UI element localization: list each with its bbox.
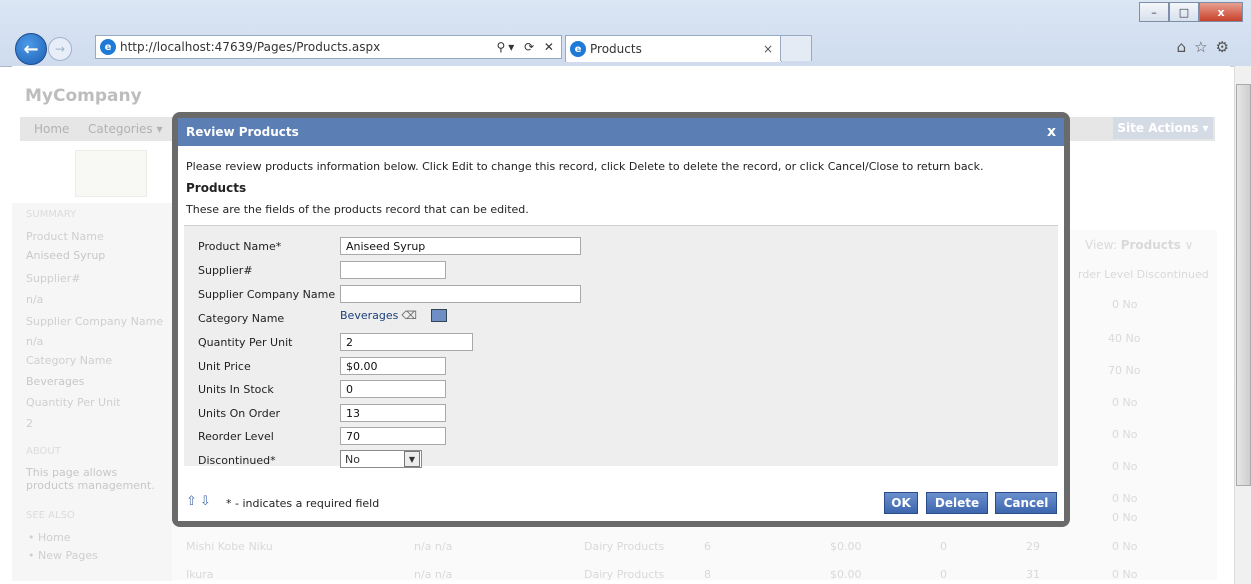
supplier-company-input[interactable] [340, 285, 581, 303]
new-tab-button[interactable] [780, 35, 812, 61]
dialog-description: Please review products information below… [186, 160, 984, 173]
discontinued-value: No [345, 452, 360, 466]
eraser-icon[interactable]: ⌫ [401, 309, 417, 322]
category-lookup-value[interactable]: Beverages [340, 309, 398, 322]
quantity-per-unit-label: Quantity Per Unit [198, 336, 293, 349]
required-field-note: * - indicates a required field [226, 497, 380, 510]
scrollbar-thumb[interactable] [1236, 84, 1251, 486]
favorites-star-icon[interactable]: ☆ [1194, 38, 1215, 56]
maximize-button[interactable]: □ [1169, 2, 1199, 22]
home-icon[interactable]: ⌂ [1177, 38, 1195, 56]
gear-icon[interactable]: ⚙ [1216, 38, 1237, 56]
product-name-label: Product Name* [198, 240, 282, 253]
tab-title: Products [590, 42, 642, 56]
unit-price-label: Unit Price [198, 360, 251, 373]
forward-arrow-icon: → [54, 42, 66, 56]
previous-record-icon[interactable]: ⇧ [186, 494, 200, 509]
cancel-button[interactable]: Cancel [995, 492, 1057, 514]
delete-button[interactable]: Delete [926, 492, 988, 514]
supplier-company-label: Supplier Company Name [198, 288, 336, 301]
units-in-stock-input[interactable]: 0 [340, 380, 446, 398]
dialog-close-icon[interactable]: x [1047, 124, 1056, 140]
supplier-id-input[interactable] [340, 261, 446, 279]
dialog-title: Review Products [186, 125, 299, 139]
address-tools-icons[interactable]: ⚲▾ ⟳ ✕ [496, 40, 561, 54]
reorder-level-label: Reorder Level [198, 430, 274, 443]
address-url[interactable]: http://localhost:47639/Pages/Products.as… [120, 40, 380, 54]
product-form: Product Name* Aniseed Syrup Supplier# Su… [184, 225, 1058, 468]
new-category-icon[interactable] [430, 309, 447, 322]
reorder-level-input[interactable]: 70 [340, 427, 446, 445]
units-on-order-input[interactable]: 13 [340, 404, 446, 422]
browser-right-icons: ⌂☆⚙ [1177, 38, 1237, 56]
ie-page-icon: e [100, 39, 116, 55]
dropdown-arrow-icon[interactable]: ▼ [404, 451, 420, 467]
navigate-arrows: ⇧⇩ [186, 494, 214, 509]
units-on-order-label: Units On Order [198, 407, 281, 420]
review-products-dialog: Review Products x Please review products… [172, 112, 1070, 527]
browser-tab[interactable]: e Products × [565, 35, 782, 62]
next-record-icon[interactable]: ⇩ [200, 494, 214, 509]
window-close-button[interactable]: x [1199, 2, 1243, 22]
quantity-per-unit-input[interactable]: 2 [340, 333, 473, 351]
minimize-button[interactable]: – [1139, 2, 1169, 22]
units-in-stock-label: Units In Stock [198, 383, 274, 396]
window-controls: – □ x [1139, 2, 1243, 22]
section-title: Products [186, 181, 247, 195]
dialog-footer: ⇧⇩ * - indicates a required field OK Del… [178, 477, 1064, 521]
back-arrow-icon: ← [23, 38, 39, 60]
ok-button[interactable]: OK [884, 492, 918, 514]
category-lookup[interactable]: Beverages ⌫ [340, 309, 447, 322]
ie-tab-icon: e [570, 41, 586, 57]
dialog-body: Review Products x Please review products… [178, 118, 1064, 521]
address-bar[interactable]: e http://localhost:47639/Pages/Products.… [95, 35, 562, 59]
category-name-label: Category Name [198, 312, 285, 325]
discontinued-label: Discontinued* [198, 454, 276, 467]
back-button[interactable]: ← [15, 33, 47, 65]
dialog-titlebar: Review Products x [178, 118, 1064, 146]
product-name-input[interactable]: Aniseed Syrup [340, 237, 581, 255]
section-description: These are the fields of the products rec… [186, 203, 529, 216]
discontinued-select[interactable]: No ▼ [340, 450, 422, 468]
supplier-id-label: Supplier# [198, 264, 253, 277]
tab-close-icon[interactable]: × [763, 42, 773, 56]
unit-price-input[interactable]: $0.00 [340, 357, 446, 375]
forward-button[interactable]: → [48, 37, 72, 61]
